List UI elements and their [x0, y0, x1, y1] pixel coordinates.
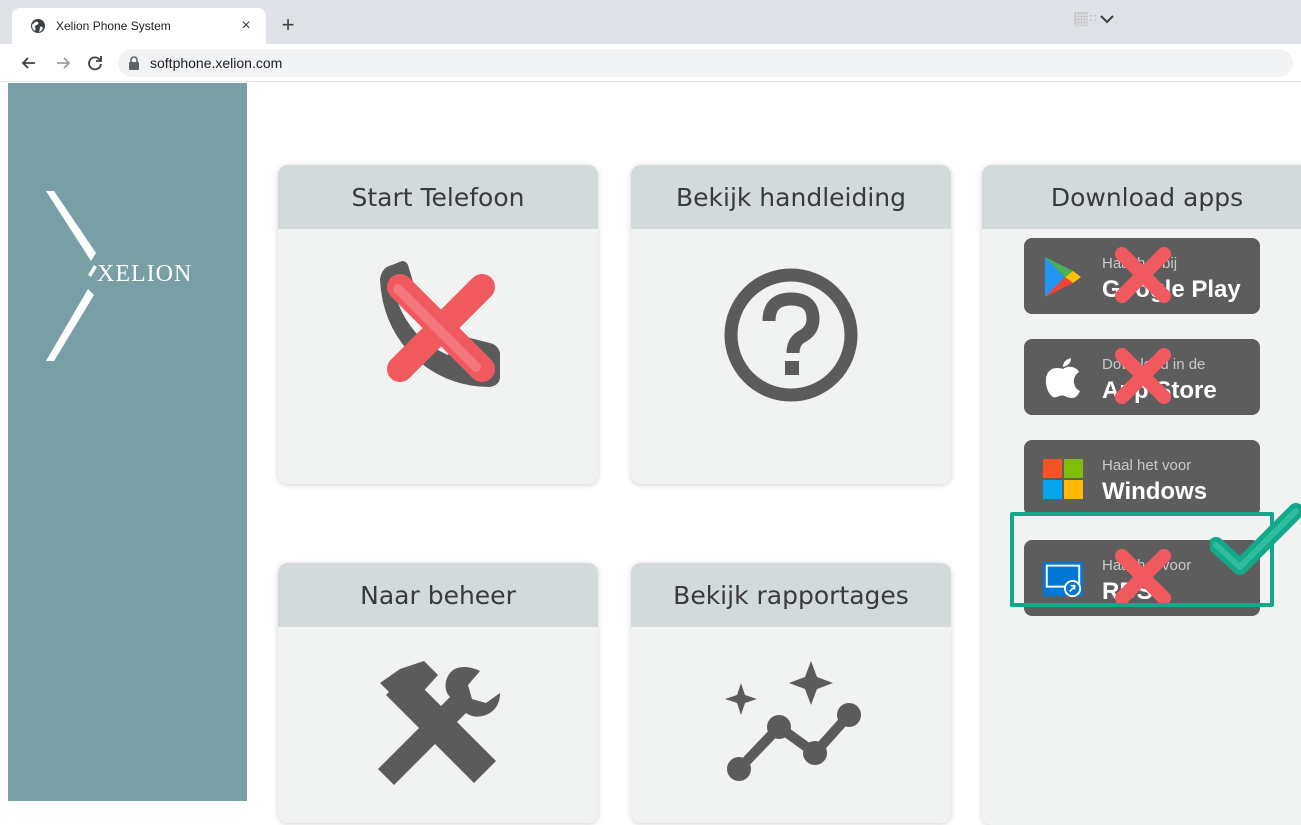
insights-icon [725, 661, 861, 781]
back-button[interactable] [16, 50, 42, 76]
card-title: Start Telefoon [278, 165, 598, 229]
manual-card[interactable]: Bekijk handleiding [631, 165, 951, 484]
cross-mark-icon [387, 274, 495, 382]
chevron-down-icon [1098, 12, 1116, 26]
apple-icon [1042, 357, 1084, 399]
store-caption: Haal het voor [1102, 457, 1192, 474]
google-play-button[interactable]: Haal het bij Google Play [1024, 238, 1260, 314]
reload-button[interactable] [82, 50, 108, 76]
download-apps-card: Download apps Haal het bij Google Play [982, 165, 1301, 825]
tab-close-button[interactable]: × [236, 16, 256, 36]
expand-icon: ⛶ [1090, 14, 1096, 23]
cross-mark-icon [1115, 549, 1171, 605]
card-title: Naar beheer [278, 563, 598, 627]
admin-card[interactable]: Naar beheer [278, 563, 598, 823]
tab-search-button[interactable]: ⛶ [1074, 10, 1116, 28]
reload-icon [88, 55, 102, 70]
grid-icon [1074, 12, 1088, 26]
tools-icon [378, 661, 500, 785]
address-bar[interactable]: softphone.xelion.com [118, 48, 1293, 77]
forward-button[interactable] [50, 50, 76, 76]
cross-mark-icon [1115, 348, 1171, 404]
reports-card[interactable]: Bekijk rapportages [631, 563, 951, 823]
browser-toolbar: softphone.xelion.com [0, 44, 1301, 82]
help-icon [724, 268, 858, 402]
new-tab-button[interactable]: + [276, 14, 300, 38]
windows-icon [1042, 458, 1084, 500]
arrow-left-icon [21, 56, 35, 69]
google-play-icon [1042, 256, 1084, 298]
store-name: Windows [1102, 478, 1208, 505]
cross-mark-icon [1115, 247, 1171, 303]
rds-icon [1042, 558, 1084, 600]
card-title: Bekijk handleiding [631, 165, 951, 229]
card-title: Download apps [982, 165, 1301, 229]
url-text: softphone.xelion.com [150, 54, 283, 71]
card-title: Bekijk rapportages [631, 563, 951, 627]
globe-icon [30, 18, 46, 34]
insights-icon-wrap [631, 661, 951, 783]
tools-icon-wrap [278, 661, 598, 791]
checkmark-icon [1210, 503, 1301, 575]
arrow-right-icon [57, 56, 71, 69]
tab-title: Xelion Phone System [56, 19, 171, 33]
xelion-logo-text: XELION [97, 261, 193, 287]
app-store-button[interactable]: Download in de App Store [1024, 339, 1260, 415]
tab-strip: Xelion Phone System × + ⛶ [0, 0, 1301, 44]
start-phone-card[interactable]: Start Telefoon [278, 165, 598, 484]
help-icon-wrap [631, 267, 951, 403]
browser-tab[interactable]: Xelion Phone System × [12, 8, 266, 44]
lock-icon [128, 55, 140, 70]
page-content: XELION Start Telefoon Bekijk handleiding [0, 83, 1301, 825]
